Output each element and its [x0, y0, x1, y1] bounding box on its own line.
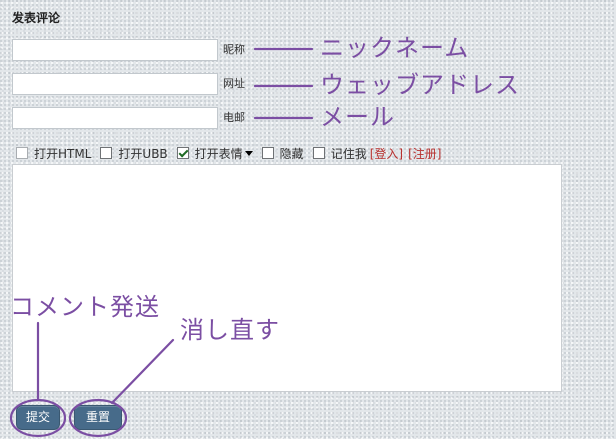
remember-me-checkbox[interactable] — [312, 147, 325, 159]
emoticons-checkbox[interactable] — [176, 147, 189, 159]
reset-button[interactable]: 重置 — [74, 405, 122, 430]
email-label: 电邮 — [223, 111, 245, 124]
caret-down-icon[interactable] — [244, 150, 253, 156]
nickname-label: 昵称 — [223, 43, 245, 56]
website-input[interactable] — [12, 73, 218, 95]
website-label: 网址 — [223, 77, 245, 90]
options-row: 打开HTML 打开UBB 打开表情 隐藏 记住我 [登入] [注册] — [16, 145, 441, 162]
email-annotation: メール — [320, 103, 395, 131]
email-input[interactable] — [12, 107, 218, 129]
option-html[interactable]: 打开HTML — [16, 145, 91, 162]
html-checkbox[interactable] — [16, 147, 28, 159]
submit-button[interactable]: 提交 — [16, 405, 60, 430]
comment-textarea[interactable] — [12, 164, 562, 392]
option-hide[interactable]: 隐藏 — [261, 145, 304, 162]
nickname-input[interactable] — [12, 39, 218, 61]
option-html-label: 打开HTML — [34, 146, 92, 161]
website-row: 网址 — [12, 73, 245, 95]
form-title: 发表评论 — [12, 11, 61, 25]
login-link[interactable]: [登入] — [370, 145, 403, 162]
nickname-annotation: ニックネーム — [320, 34, 470, 62]
option-ubb-label: 打开UBB — [118, 146, 168, 161]
reset-annotation: 消し直す — [180, 316, 280, 344]
register-link[interactable]: [注册] — [408, 145, 441, 162]
website-annotation: ウェッブアドレス — [320, 71, 520, 99]
option-remember-me-label: 记住我 — [330, 146, 367, 161]
hide-checkbox[interactable] — [261, 147, 274, 159]
ubb-checkbox[interactable] — [100, 147, 113, 159]
option-hide-label: 隐藏 — [279, 146, 304, 161]
option-emoticons-label: 打开表情 — [194, 146, 243, 161]
option-emoticons[interactable]: 打开表情 — [176, 145, 253, 162]
option-ubb[interactable]: 打开UBB — [100, 145, 168, 162]
nickname-row: 昵称 — [12, 39, 245, 61]
option-remember-me[interactable]: 记住我 — [312, 145, 367, 162]
email-row: 电邮 — [12, 107, 245, 129]
submit-annotation: コメント発送 — [10, 293, 160, 321]
